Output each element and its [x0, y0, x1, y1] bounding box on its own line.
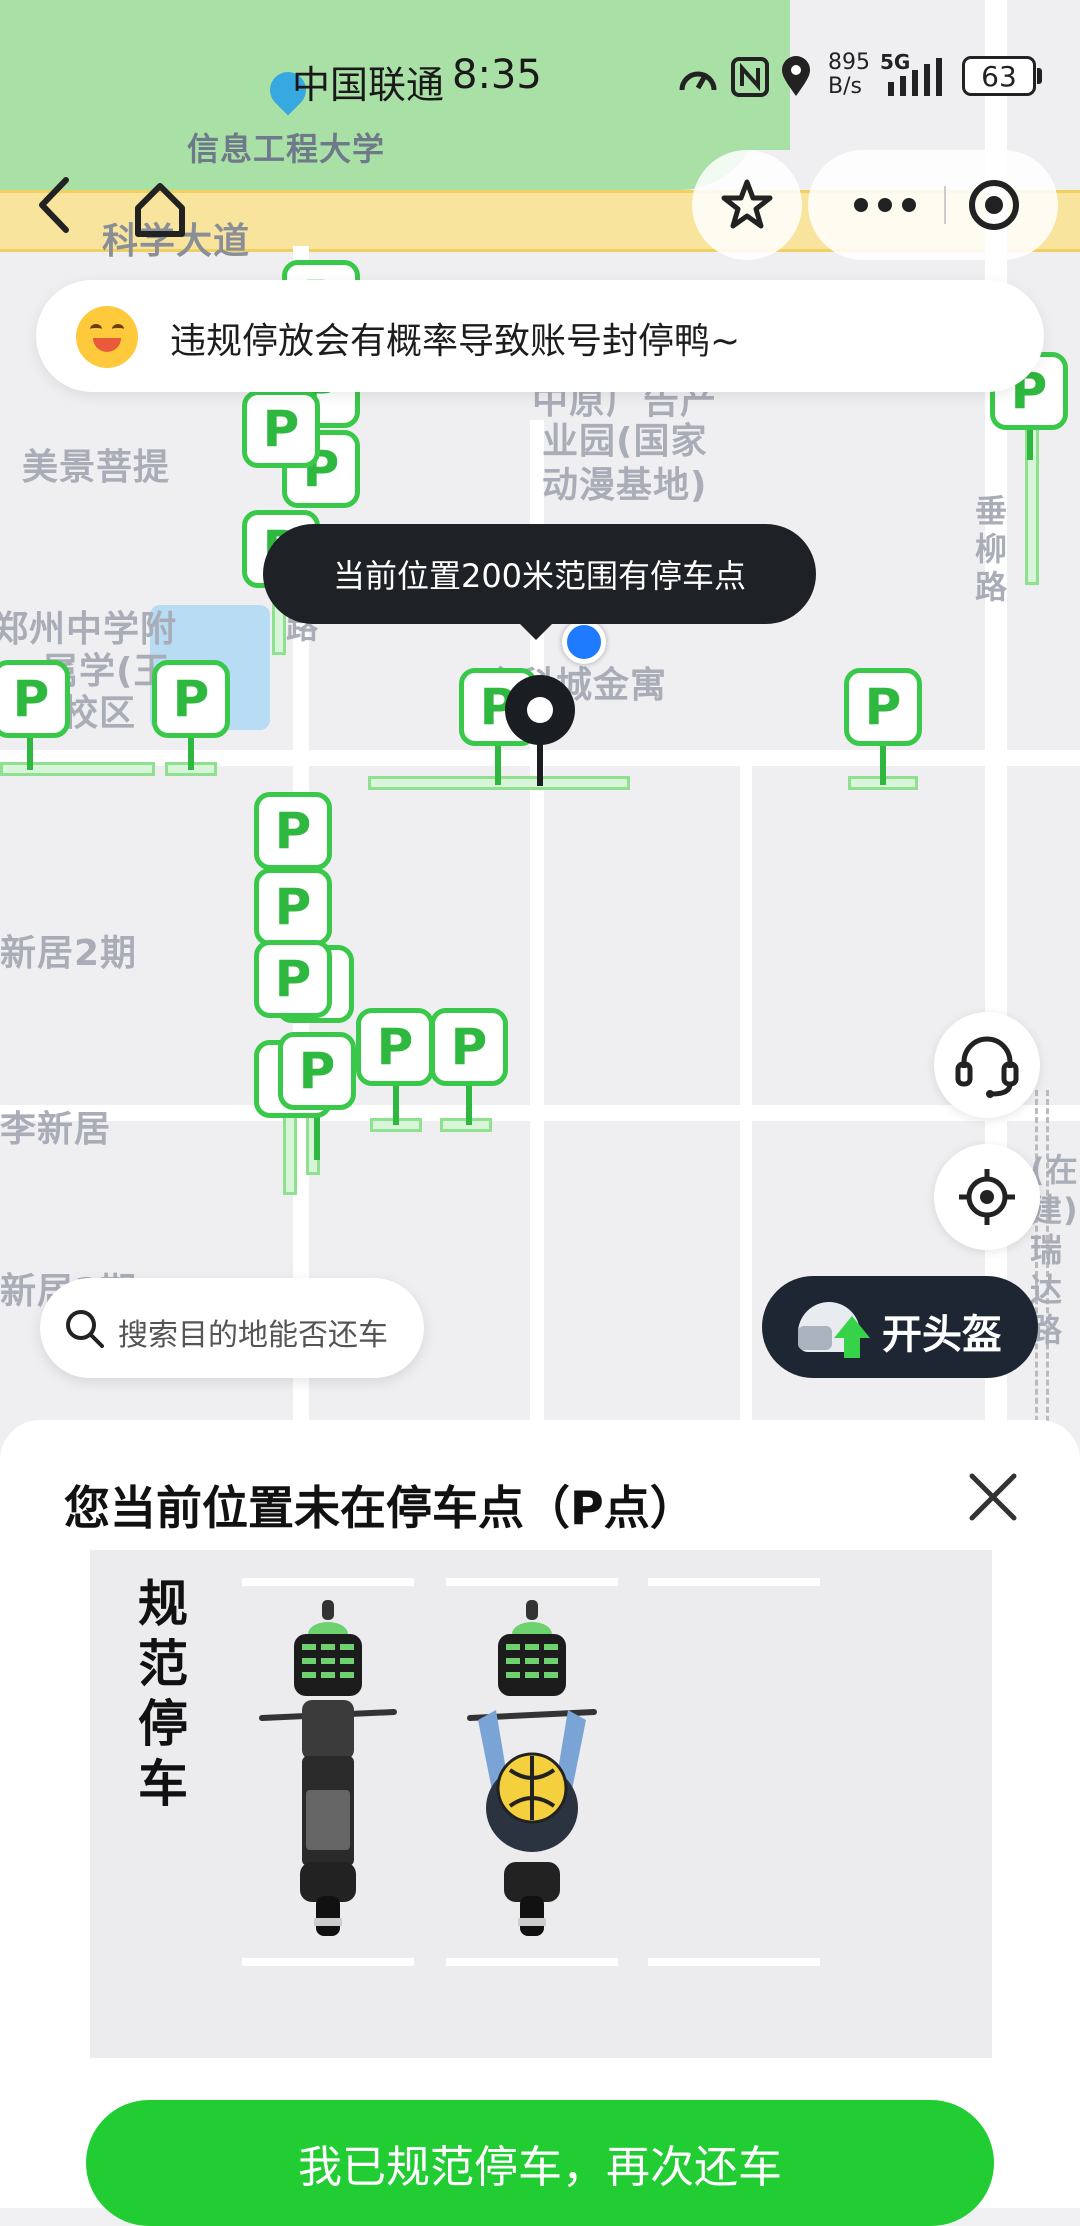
- more-button[interactable]: [830, 150, 940, 260]
- battery-tip: [1037, 68, 1042, 84]
- center-pin-inner: [527, 697, 553, 723]
- back-button[interactable]: [22, 150, 92, 260]
- tooltip-arrow: [518, 622, 554, 640]
- star-icon: [721, 179, 773, 229]
- map-label-park: 动漫基地): [542, 465, 708, 506]
- map-label-meijing: 美景菩提: [22, 447, 171, 488]
- scooter-parked-icon: [259, 1600, 397, 1936]
- home-icon: [135, 183, 185, 237]
- map-label-university: 信息工程大学: [187, 130, 386, 168]
- location-status-icon: [782, 56, 810, 96]
- clock-text: 8:35: [452, 52, 542, 98]
- parking-marker[interactable]: P: [254, 792, 332, 870]
- parking-warning-sheet: 您当前位置未在停车点（P点） 规范停车 我已规范停车，再次还车: [0, 1420, 1080, 2226]
- confirm-return-button[interactable]: 我已规范停车，再次还车: [86, 2100, 994, 2226]
- nfc-icon: [731, 57, 769, 97]
- close-icon: [969, 1473, 1017, 1521]
- close-miniapp-button[interactable]: [948, 150, 1058, 260]
- parking-stem: [466, 1080, 472, 1125]
- parking-stem: [393, 1080, 399, 1125]
- parking-marker[interactable]: P: [430, 1008, 508, 1086]
- status-bar: 中国联通 8:35 895 B/s 5G 63: [0, 50, 1080, 110]
- search-bar[interactable]: 搜索目的地能否还车: [40, 1278, 424, 1378]
- customer-service-button[interactable]: [934, 1012, 1040, 1118]
- confirm-return-label: 我已规范停车，再次还车: [298, 2142, 782, 2193]
- map-label-chuiliu: 垂柳路: [975, 492, 1009, 606]
- parking-area: [0, 762, 155, 776]
- parking-marker[interactable]: P: [0, 660, 70, 738]
- favorite-button[interactable]: [692, 150, 802, 260]
- scooter-rider-icon: [467, 1600, 597, 1936]
- parking-marker[interactable]: P: [844, 668, 922, 746]
- back-icon: [39, 177, 69, 233]
- parking-marker[interactable]: P: [152, 660, 230, 738]
- center-pin-stem: [537, 740, 543, 786]
- close-sheet-button[interactable]: [958, 1462, 1028, 1532]
- helmet-visor: [798, 1326, 832, 1350]
- parking-marker[interactable]: P: [242, 390, 320, 468]
- map-label-lixinju: 李新居: [0, 1109, 112, 1150]
- tooltip-text: 当前位置200米范围有停车点: [332, 557, 747, 595]
- speedometer-icon: [679, 71, 717, 91]
- up-arrow-icon: [834, 1316, 870, 1338]
- helmet-button-label: 开头盔: [882, 1312, 1002, 1358]
- smile-emoji-icon: [76, 306, 138, 368]
- battery-level: 63: [981, 59, 1017, 93]
- parking-marker[interactable]: P: [278, 1032, 356, 1110]
- diagram-label: 规范停车: [138, 1575, 188, 1813]
- signal-icon: [888, 58, 942, 96]
- search-icon: [66, 1310, 104, 1348]
- more-icon: [854, 198, 916, 212]
- search-placeholder: 搜索目的地能否还车: [118, 1318, 388, 1353]
- crosshair-icon: [959, 1169, 1015, 1225]
- current-location-dot: [562, 620, 606, 664]
- locate-me-button[interactable]: [934, 1144, 1040, 1250]
- parking-line: [648, 1578, 820, 1586]
- battery-icon: 63: [962, 56, 1036, 96]
- target-icon: [969, 180, 1019, 230]
- map-label-xinju2: 新居2期: [0, 933, 138, 974]
- parking-marker[interactable]: P: [356, 1008, 434, 1086]
- map-label-school: 校区: [62, 693, 137, 734]
- parking-line: [446, 1578, 618, 1586]
- sheet-title: 您当前位置未在停车点（P点）: [64, 1481, 696, 1535]
- open-helmet-button[interactable]: 开头盔: [762, 1276, 1038, 1378]
- parking-line: [446, 1958, 618, 1966]
- net-speed-top: 895: [828, 50, 870, 75]
- carrier-text: 中国联通: [292, 63, 445, 107]
- parking-line: [242, 1578, 414, 1586]
- parking-range-tooltip: 当前位置200米范围有停车点: [263, 524, 816, 624]
- home-button[interactable]: [120, 170, 200, 250]
- parking-line: [648, 1958, 820, 1966]
- notice-banner: 违规停放会有概率导致账号封停鸭~: [36, 280, 1044, 392]
- headset-icon: [955, 1036, 1019, 1098]
- capsule-divider: [944, 186, 946, 224]
- parking-diagram: 规范停车: [90, 1550, 992, 2058]
- net-speed-bottom: B/s: [828, 74, 862, 99]
- road: [740, 760, 752, 1440]
- notice-text: 违规停放会有概率导致账号封停鸭~: [170, 321, 741, 362]
- parking-line: [242, 1958, 414, 1966]
- parking-marker[interactable]: P: [254, 940, 332, 1018]
- parking-marker[interactable]: P: [254, 868, 332, 946]
